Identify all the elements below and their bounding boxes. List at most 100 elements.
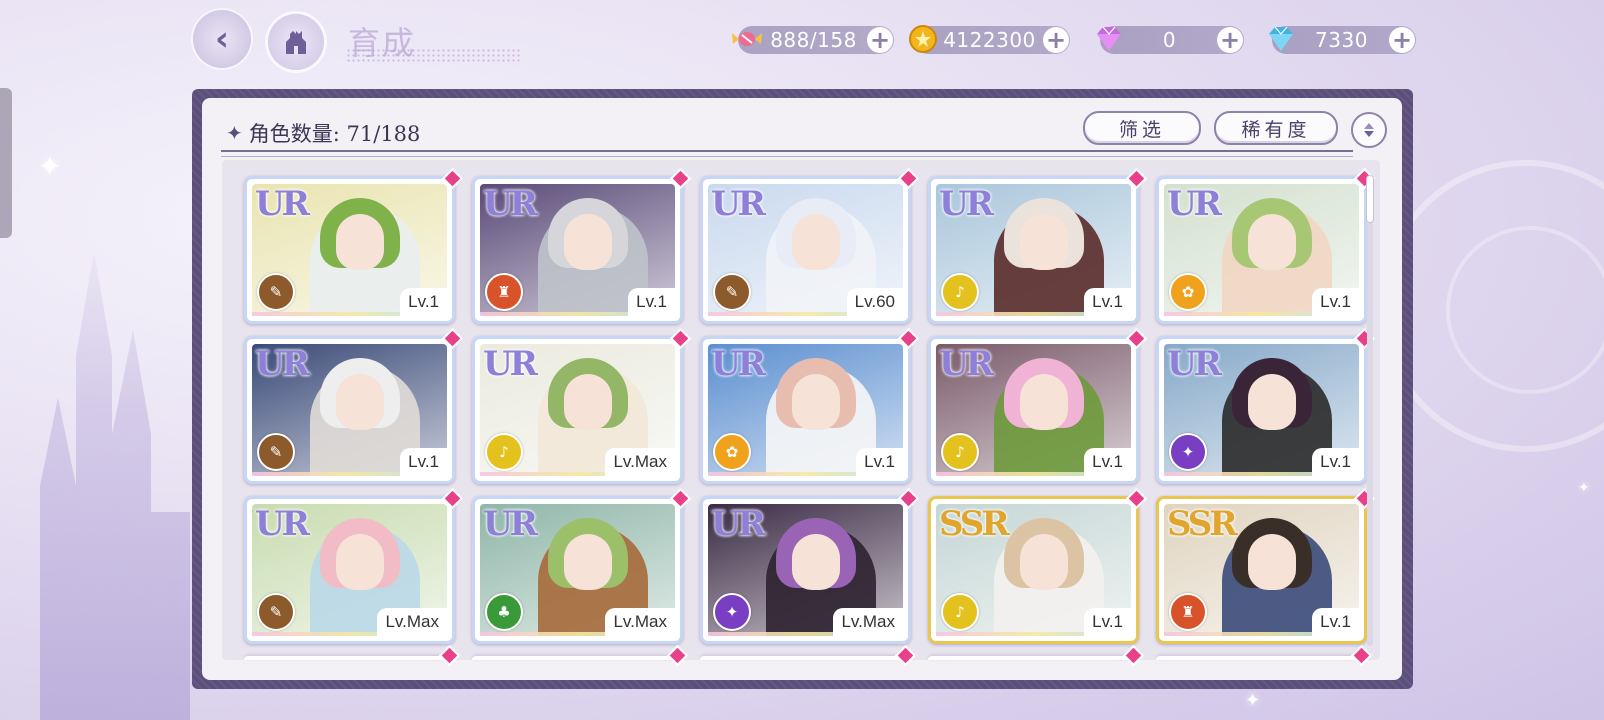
level-label: Lv.1 <box>1312 608 1359 636</box>
character-card[interactable]: UR ✿ Lv.1 <box>700 330 917 484</box>
rarity-badge: UR <box>483 184 538 224</box>
character-card[interactable]: SSR ♪ Lv.1 <box>928 490 1145 644</box>
character-card-partial[interactable] <box>928 647 1142 664</box>
rarity-badge: UR <box>711 504 766 544</box>
character-card-partial[interactable] <box>1156 647 1370 664</box>
filter-button[interactable]: 筛选 <box>1083 111 1201 145</box>
level-label: Lv.Max <box>605 608 675 636</box>
currency-gold: 4122300 + <box>909 25 1070 54</box>
add-pink-gem-button[interactable]: + <box>1217 27 1243 53</box>
character-card[interactable]: UR ✦ Lv.Max <box>700 490 917 644</box>
character-card[interactable]: UR ✎ Lv.Max <box>244 490 461 644</box>
pink-gem-icon <box>1092 22 1126 56</box>
rarity-badge: UR <box>711 344 766 384</box>
attribute-icon: ♜ <box>1169 593 1207 631</box>
level-label: Lv.Max <box>377 608 447 636</box>
character-card-partial[interactable] <box>700 647 914 664</box>
character-face <box>1019 534 1068 590</box>
gold-coin-icon <box>906 22 940 56</box>
add-candy-button[interactable]: + <box>867 27 893 53</box>
rarity-badge: SSR <box>1167 504 1238 544</box>
attribute-icon: ♜ <box>485 273 523 311</box>
character-face <box>791 214 840 270</box>
sparkle-icon: ✦ <box>226 121 243 145</box>
attribute-icon: ✿ <box>713 433 751 471</box>
back-arrow-icon: ‹ <box>214 19 229 59</box>
attribute-icon: ✎ <box>713 273 751 311</box>
level-label: Lv.1 <box>400 448 447 476</box>
character-face <box>1019 374 1068 430</box>
level-label: Lv.1 <box>856 448 903 476</box>
character-card[interactable]: UR ♪ Lv.1 <box>928 330 1145 484</box>
rarity-badge: UR <box>1167 344 1222 384</box>
rarity-badge: UR <box>483 344 538 384</box>
castle-home-icon <box>286 31 306 54</box>
level-label: Lv.1 <box>1312 448 1359 476</box>
scrollbar-thumb[interactable] <box>1367 176 1373 222</box>
blue-diamond-icon <box>1264 22 1298 56</box>
character-face <box>1019 214 1068 270</box>
side-drawer-handle[interactable] <box>0 88 12 238</box>
character-card-partial[interactable] <box>472 647 686 664</box>
character-card[interactable]: UR ♣ Lv.Max <box>472 490 689 644</box>
sparkle-icon: ✦ <box>1578 480 1590 496</box>
attribute-icon: ♪ <box>941 273 979 311</box>
level-label: Lv.1 <box>628 288 675 316</box>
character-face <box>335 374 384 430</box>
character-card[interactable]: UR ✎ Lv.60 <box>700 170 917 324</box>
character-card-partial[interactable] <box>244 647 458 664</box>
character-card[interactable]: UR ✦ Lv.1 <box>1156 330 1373 484</box>
rarity-badge: UR <box>711 184 766 224</box>
rarity-badge: UR <box>255 504 310 544</box>
attribute-icon: ✎ <box>257 593 295 631</box>
home-button[interactable] <box>268 14 324 70</box>
character-card[interactable]: UR ✿ Lv.1 <box>1156 170 1373 324</box>
add-diamond-button[interactable]: + <box>1389 27 1415 53</box>
attribute-icon: ♪ <box>941 593 979 631</box>
attribute-icon: ✎ <box>257 433 295 471</box>
level-label: Lv.1 <box>1084 288 1131 316</box>
attribute-icon: ✦ <box>713 593 751 631</box>
rarity-badge: SSR <box>939 504 1010 544</box>
level-label: Lv.1 <box>1084 448 1131 476</box>
character-face <box>791 534 840 590</box>
currency-candy: 888/158 + <box>732 26 894 54</box>
rarity-badge: UR <box>255 184 310 224</box>
attribute-icon: ✿ <box>1169 273 1207 311</box>
character-count: ✦ 角色数量: 71/188 <box>226 118 420 148</box>
rarity-badge: UR <box>255 344 310 384</box>
character-card[interactable]: UR ✎ Lv.1 <box>244 330 461 484</box>
sort-toggle-icon <box>1364 123 1374 137</box>
rarity-sort-button[interactable]: 稀有度 <box>1214 111 1338 145</box>
currency-pink-gem: 0 + <box>1097 26 1244 54</box>
character-card[interactable]: UR ✎ Lv.1 <box>244 170 461 324</box>
rarity-badge: UR <box>483 504 538 544</box>
character-face <box>563 214 612 270</box>
currency-diamond: 7330 + <box>1269 26 1416 54</box>
level-label: Lv.1 <box>400 288 447 316</box>
rarity-badge: UR <box>939 184 994 224</box>
character-face <box>335 534 384 590</box>
castle-silhouette <box>40 252 190 720</box>
character-card[interactable]: UR ♜ Lv.1 <box>472 170 689 324</box>
character-card[interactable]: UR ♪ Lv.1 <box>928 170 1145 324</box>
character-card[interactable]: SSR ♜ Lv.1 <box>1156 490 1373 644</box>
back-button[interactable]: ‹ <box>193 10 251 68</box>
character-face <box>335 214 384 270</box>
character-count-text: 角色数量: 71/188 <box>248 122 421 146</box>
level-label: Lv.1 <box>1084 608 1131 636</box>
rarity-badge: UR <box>939 344 994 384</box>
sort-order-button[interactable] <box>1351 112 1387 148</box>
character-card[interactable]: UR ♪ Lv.Max <box>472 330 689 484</box>
attribute-icon: ♣ <box>485 593 523 631</box>
sparkle-icon: ✦ <box>38 150 62 183</box>
level-label: Lv.Max <box>833 608 903 636</box>
scrollbar-track[interactable] <box>1367 176 1373 646</box>
character-face <box>1247 214 1296 270</box>
character-face <box>563 534 612 590</box>
ferris-wheel-decoration <box>1380 160 1604 452</box>
add-gold-button[interactable]: + <box>1043 27 1069 53</box>
rarity-badge: UR <box>1167 184 1222 224</box>
level-label: Lv.1 <box>1312 288 1359 316</box>
character-face <box>791 374 840 430</box>
